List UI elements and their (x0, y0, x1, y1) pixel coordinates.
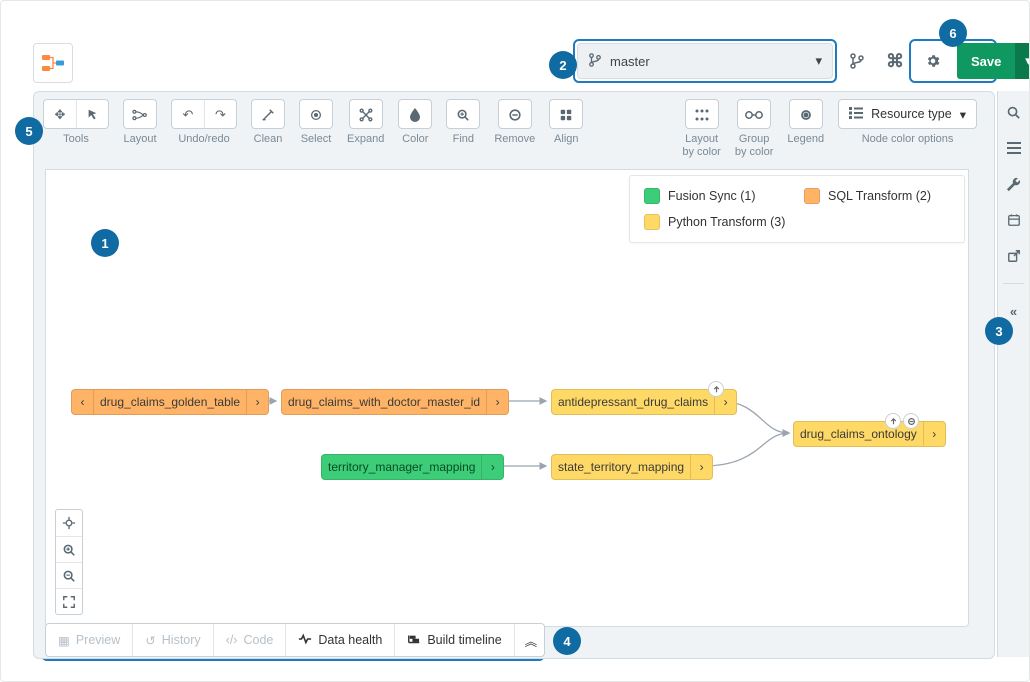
command-icon-button[interactable]: ⌘ (881, 47, 909, 75)
find-icon[interactable] (447, 100, 479, 129)
node-badge-icon[interactable] (903, 413, 919, 429)
export-icon[interactable] (1003, 245, 1025, 267)
find-label: Find (453, 133, 474, 146)
code-icon: ‹/› (226, 633, 238, 647)
tab-expand[interactable]: ︽ (514, 624, 545, 656)
zoom-in-icon[interactable] (56, 536, 82, 562)
legend-item-label: Python Transform (3) (668, 215, 785, 229)
right-rail: « (997, 91, 1029, 657)
group-by-color-icon[interactable] (738, 100, 770, 129)
node-territory-manager-mapping[interactable]: territory_manager_mapping › (321, 454, 504, 480)
expand-label: Expand (347, 133, 384, 146)
pan-tool-icon[interactable]: ✥ (44, 100, 76, 129)
branch-name: master (610, 54, 650, 69)
chevron-left-icon[interactable]: ‹ (72, 390, 94, 414)
list-icon (849, 107, 863, 122)
legend-item-label: Fusion Sync (1) (668, 189, 756, 203)
calendar-icon[interactable] (1003, 209, 1025, 231)
expand-icon[interactable] (350, 100, 382, 129)
remove-icon[interactable] (499, 100, 531, 129)
undoredo-label: Undo/redo (178, 133, 229, 146)
node-drug-claims-golden-table[interactable]: ‹ drug_claims_golden_table › (71, 389, 269, 415)
zoom-controls (55, 509, 83, 615)
caret-down-icon: ▾ (960, 107, 966, 122)
legend-icon[interactable] (790, 100, 822, 129)
branch-select[interactable]: master ▾ (577, 43, 833, 79)
layout-label: Layout (123, 133, 156, 146)
preview-icon: ▦ (58, 633, 70, 648)
clean-label: Clean (254, 133, 283, 146)
layout-by-color-icon[interactable] (686, 100, 718, 129)
node-badge-icon[interactable] (885, 413, 901, 429)
pulse-icon (298, 633, 312, 648)
legend-panel: Fusion Sync (1) SQL Transform (2) Python… (629, 175, 965, 243)
node-badge-icon[interactable] (708, 381, 724, 397)
select-button[interactable] (299, 99, 333, 129)
zoom-out-icon[interactable] (56, 562, 82, 588)
locate-icon[interactable] (56, 510, 82, 536)
expand-button[interactable] (349, 99, 383, 129)
panel-lines-icon[interactable] (1003, 137, 1025, 159)
branches-icon-button[interactable] (843, 47, 871, 75)
tab-code[interactable]: ‹/›Code (213, 624, 286, 656)
wrench-icon[interactable] (1003, 173, 1025, 195)
chevron-right-icon[interactable]: › (481, 455, 503, 479)
undo-icon[interactable]: ↶ (172, 100, 204, 129)
collapse-rail-icon[interactable]: « (1003, 300, 1025, 322)
node-drug-claims-ontology[interactable]: drug_claims_ontology › (793, 421, 946, 447)
tab-data-health[interactable]: Data health (285, 624, 394, 656)
layout-icon[interactable] (124, 100, 156, 129)
tools-label: Tools (63, 133, 89, 146)
group-by-color-button[interactable] (737, 99, 771, 129)
clean-icon[interactable] (252, 100, 284, 129)
undoredo-group[interactable]: ↶ ↷ (171, 99, 237, 129)
chevron-double-up-icon: ︽ (525, 631, 535, 650)
chevron-right-icon[interactable]: › (486, 390, 508, 414)
bottom-tab-bar: ▦Preview ↺History ‹/›Code Data health Bu… (45, 623, 545, 657)
group-by-color-label: Group by color (735, 133, 774, 159)
caret-down-icon: ▾ (815, 53, 822, 69)
color-button[interactable] (398, 99, 432, 129)
align-label: Align (554, 133, 578, 146)
chevron-right-icon[interactable]: › (690, 455, 712, 479)
resource-type-label: Resource type (871, 107, 952, 121)
resource-type-select[interactable]: Resource type ▾ (838, 99, 977, 129)
remove-label: Remove (494, 133, 535, 146)
tools-group[interactable]: ✥ (43, 99, 109, 129)
search-icon[interactable] (1003, 101, 1025, 123)
legend-button[interactable] (789, 99, 823, 129)
node-color-options-label: Node color options (862, 133, 954, 146)
timeline-icon (407, 633, 421, 648)
clean-button[interactable] (251, 99, 285, 129)
node-drug-claims-with-doctor-master-id[interactable]: drug_claims_with_doctor_master_id › (281, 389, 509, 415)
select-icon[interactable] (300, 100, 332, 129)
layout-by-color-label: Layout by color (682, 133, 721, 159)
align-icon[interactable] (550, 100, 582, 129)
save-options-button[interactable]: ▾ (1015, 43, 1030, 79)
align-button[interactable] (549, 99, 583, 129)
node-state-territory-mapping[interactable]: state_territory_mapping › (551, 454, 713, 480)
fullscreen-icon[interactable] (56, 588, 82, 614)
tab-preview[interactable]: ▦Preview (46, 624, 132, 656)
color-icon[interactable] (399, 100, 431, 129)
find-button[interactable] (446, 99, 480, 129)
tab-build-timeline[interactable]: Build timeline (394, 624, 513, 656)
color-label: Color (402, 133, 428, 146)
legend-item-label: SQL Transform (2) (828, 189, 931, 203)
settings-icon-button[interactable] (919, 47, 947, 75)
select-label: Select (301, 133, 332, 146)
layout-button[interactable] (123, 99, 157, 129)
redo-icon[interactable]: ↷ (204, 100, 236, 129)
chevron-right-icon[interactable]: › (246, 390, 268, 414)
app-logo (33, 43, 73, 83)
history-icon: ↺ (145, 633, 155, 648)
tab-history[interactable]: ↺History (132, 624, 212, 656)
legend-label: Legend (787, 133, 824, 146)
chevron-right-icon[interactable]: › (923, 422, 945, 446)
save-button[interactable]: Save (957, 43, 1015, 79)
branch-icon (588, 53, 602, 70)
layout-by-color-button[interactable] (685, 99, 719, 129)
remove-button[interactable] (498, 99, 532, 129)
pointer-tool-icon[interactable] (76, 100, 108, 129)
